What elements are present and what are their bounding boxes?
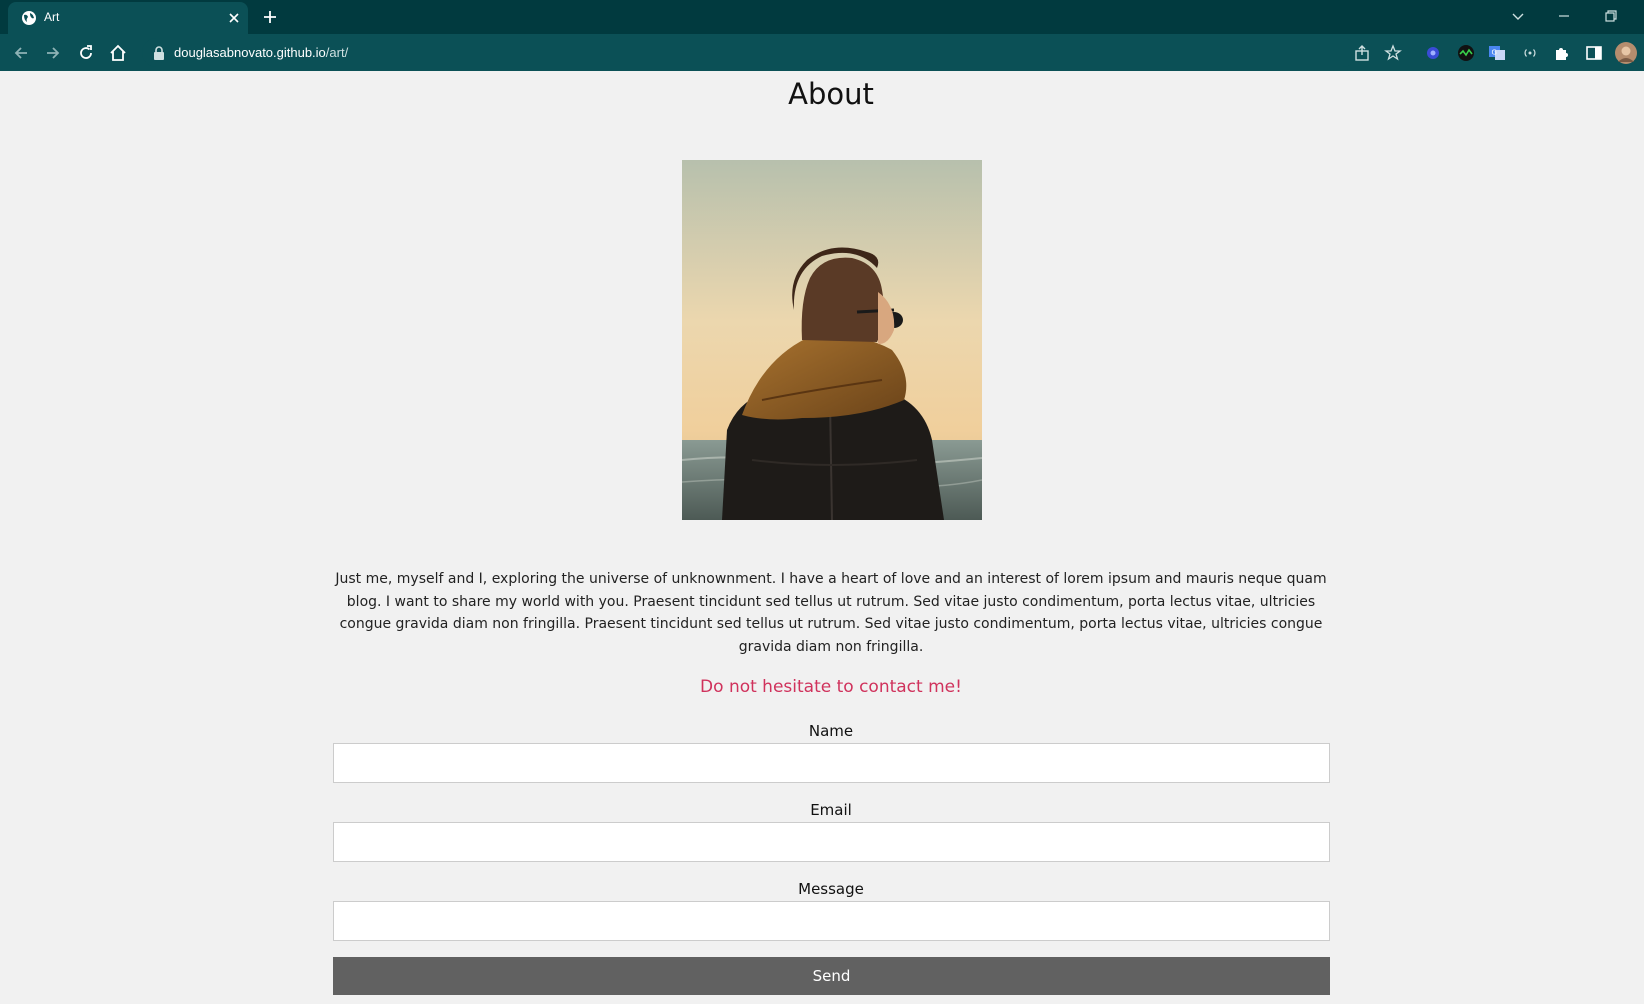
tab-search-icon[interactable]: [1508, 6, 1528, 26]
globe-icon: [22, 11, 36, 25]
browser-tab[interactable]: Art: [8, 2, 248, 34]
restore-icon[interactable]: [1601, 6, 1621, 26]
share-icon[interactable]: [1352, 43, 1372, 63]
side-panel-icon[interactable]: [1584, 43, 1604, 63]
forward-icon[interactable]: [43, 43, 63, 63]
extensions-puzzle-icon[interactable]: [1552, 43, 1572, 63]
back-icon[interactable]: [11, 43, 31, 63]
url-host: douglasabnovato.github.io: [174, 45, 326, 60]
contact-call-to-action: Do not hesitate to contact me!: [700, 677, 962, 697]
email-input[interactable]: [333, 822, 1330, 862]
url-text[interactable]: douglasabnovato.github.io/art/: [174, 45, 348, 60]
url-path: /art/: [325, 45, 349, 60]
profile-avatar-icon[interactable]: [1614, 41, 1638, 65]
broadcast-icon[interactable]: [1520, 43, 1540, 63]
email-label: Email: [810, 801, 852, 819]
bio-text: Just me, myself and I, exploring the uni…: [335, 571, 1327, 655]
message-input[interactable]: [333, 901, 1330, 941]
lock-icon[interactable]: [152, 45, 166, 61]
address-bar[interactable]: douglasabnovato.github.io/art/: [142, 38, 1357, 67]
page-content: About Just me, myself and I, exploring t…: [0, 71, 1644, 1004]
send-button[interactable]: Send: [333, 957, 1330, 995]
svg-text:G: G: [1492, 49, 1497, 57]
browser-toolbar: douglasabnovato.github.io/art/ G: [0, 34, 1644, 71]
new-tab-icon[interactable]: [261, 8, 279, 26]
extension-gear-icon[interactable]: [1423, 43, 1443, 63]
home-icon[interactable]: [108, 43, 128, 63]
translate-icon[interactable]: G: [1487, 43, 1507, 63]
close-icon[interactable]: [226, 10, 242, 26]
profile-photo: [682, 160, 982, 520]
minimize-icon[interactable]: [1554, 6, 1574, 26]
name-input[interactable]: [333, 743, 1330, 783]
tab-bar: Art: [0, 0, 1644, 34]
name-label: Name: [808, 722, 854, 740]
message-label: Message: [798, 880, 864, 898]
reload-icon[interactable]: [76, 43, 96, 63]
bookmark-star-icon[interactable]: [1383, 43, 1403, 63]
page-title: About: [788, 77, 874, 111]
extension-wave-icon[interactable]: [1456, 43, 1476, 63]
tab-title: Art: [44, 10, 60, 24]
